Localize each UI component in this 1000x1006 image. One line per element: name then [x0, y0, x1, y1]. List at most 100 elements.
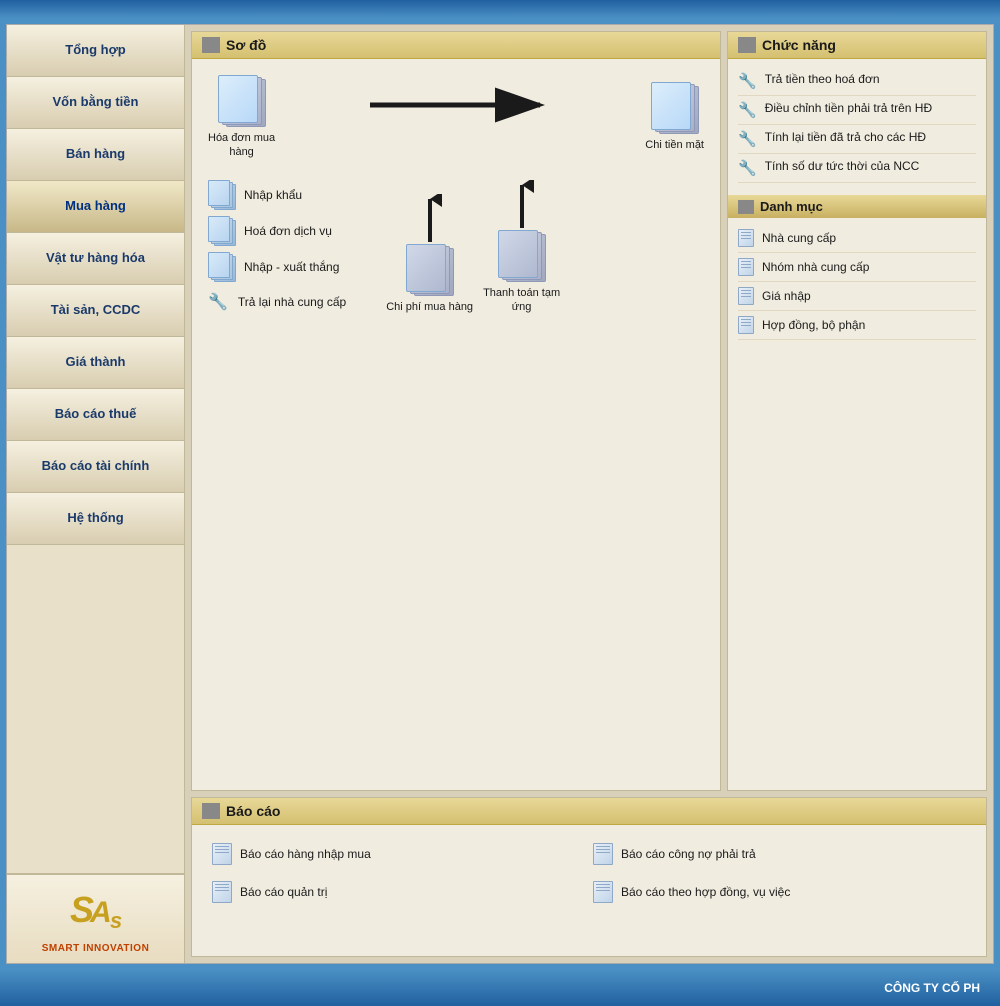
- danh-muc-item-2[interactable]: Giá nhập: [738, 282, 976, 311]
- sidebar-item-mua-hang[interactable]: Mua hàng: [7, 181, 184, 233]
- arrow-up-1: [418, 194, 442, 244]
- bao-cao-label-2: Báo cáo quản trị: [240, 885, 327, 899]
- so-do-header: Sơ đồ: [192, 32, 720, 59]
- bao-cao-item-3[interactable]: Báo cáo theo hợp đồng, vụ việc: [589, 873, 970, 911]
- bao-cao-header-icon: [202, 803, 220, 819]
- main-container: Tổng hợp Vốn bằng tiền Bán hàng Mua hàng…: [6, 24, 994, 964]
- diagram-bottom-section: Nhập khẩu Hoá đơn dịch vụ: [208, 180, 704, 321]
- sidebar-item-vat-tu-hang-hoa[interactable]: Vật tư hàng hóa: [7, 233, 184, 285]
- nhap-khau-label: Nhập khẩu: [244, 188, 302, 202]
- thanh-toan-column: Thanh toán tạmứng: [483, 180, 560, 315]
- sidebar-item-ban-hang[interactable]: Bán hàng: [7, 129, 184, 181]
- sidebar-item-tong-hop[interactable]: Tổng hợp: [7, 25, 184, 77]
- svg-text:s: s: [110, 908, 122, 933]
- bao-cao-doc-1: [593, 843, 613, 865]
- chuc-nang-label-0: Trả tiền theo hoá đơn: [765, 72, 880, 86]
- sidebar-item-bao-cao-tai-chinh[interactable]: Báo cáo tài chính: [7, 441, 184, 493]
- nhap-xuat-thang-item[interactable]: Nhập - xuất thắng: [208, 252, 346, 282]
- chi-phi-pages: [406, 244, 454, 296]
- danh-muc-items: Nhà cung cấp Nhóm nhà cung cấp Giá nhập …: [728, 218, 986, 346]
- sidebar-item-tai-san-ccdc[interactable]: Tài sản, CCDC: [7, 285, 184, 337]
- wrench-icon-0: 🔧: [738, 72, 757, 90]
- hoa-don-mua-hang-icon[interactable]: Hóa đơn muahàng: [208, 75, 275, 160]
- chi-phi-label: Chi phí mua hàng: [386, 300, 473, 314]
- chuc-nang-panel: Chức năng 🔧 Trả tiền theo hoá đơn 🔧 Điều…: [727, 31, 987, 791]
- hoa-don-pages: [218, 75, 266, 127]
- diagram-top-row: Hóa đơn muahàng: [208, 75, 704, 160]
- danh-muc-title: Danh mục: [760, 199, 823, 214]
- chuc-nang-title: Chức năng: [762, 37, 836, 53]
- danh-muc-item-3[interactable]: Hợp đồng, bộ phận: [738, 311, 976, 340]
- bottom-docs-row: Chi phí mua hàng: [386, 180, 560, 315]
- bao-cao-doc-0: [212, 843, 232, 865]
- nhap-khau-item[interactable]: Nhập khẩu: [208, 180, 346, 210]
- chuc-nang-header: Chức năng: [728, 32, 986, 59]
- danh-muc-item-1[interactable]: Nhóm nhà cung cấp: [738, 253, 976, 282]
- nhap-xuat-thang-label: Nhập - xuất thắng: [244, 260, 339, 274]
- logo-icon: S A s: [66, 884, 126, 939]
- danh-muc-label-0: Nhà cung cấp: [762, 231, 836, 245]
- so-do-title: Sơ đồ: [226, 37, 266, 53]
- chi-phi-column: Chi phí mua hàng: [386, 194, 473, 314]
- bao-cao-label-0: Báo cáo hàng nhập mua: [240, 847, 371, 861]
- sidebar-item-bao-cao-thue[interactable]: Báo cáo thuế: [7, 389, 184, 441]
- sidebar-item-von-bang-tien[interactable]: Vốn bằng tiền: [7, 77, 184, 129]
- main-arrow-svg: [370, 85, 550, 125]
- content-area: Sơ đồ Hóa đơn muahàng: [185, 25, 993, 963]
- danh-muc-label-3: Hợp đồng, bộ phận: [762, 318, 865, 332]
- top-bar: [0, 0, 1000, 18]
- bao-cao-doc-2: [212, 881, 232, 903]
- sidebar-logo: S A s SMART INNOVATION: [7, 873, 184, 963]
- diagram-area: Hóa đơn muahàng: [192, 59, 720, 783]
- wrench-icon-2: 🔧: [738, 130, 757, 148]
- bao-cao-item-0[interactable]: Báo cáo hàng nhập mua: [208, 835, 589, 873]
- bao-cao-panel: Báo cáo Báo cáo hàng nhập mua Báo cáo cô…: [191, 797, 987, 957]
- danh-muc-subheader: Danh mục: [728, 195, 986, 218]
- chuc-nang-item-1[interactable]: 🔧 Điều chỉnh tiền phải trả trên HĐ: [738, 96, 976, 125]
- logo-text: SMART INNOVATION: [42, 943, 150, 954]
- nhap-khau-doc: [208, 180, 236, 210]
- middle-section: Chi phí mua hàng: [386, 180, 560, 321]
- hoa-don-dich-vu-item[interactable]: Hoá đơn dịch vụ: [208, 216, 346, 246]
- chi-phi-mua-hang-icon[interactable]: Chi phí mua hàng: [386, 244, 473, 314]
- hoa-don-dich-vu-label: Hoá đơn dịch vụ: [244, 224, 332, 238]
- hoa-don-mua-hang-label: Hóa đơn muahàng: [208, 131, 275, 160]
- danh-muc-item-0[interactable]: Nhà cung cấp: [738, 224, 976, 253]
- tra-lai-nha-cung-cap-item[interactable]: 🔧 Trả lại nhà cung cấp: [208, 292, 346, 312]
- chi-tien-mat-icon[interactable]: Chi tiền mặt: [645, 82, 704, 152]
- sidebar-item-gia-thanh[interactable]: Giá thành: [7, 337, 184, 389]
- chuc-nang-item-2[interactable]: 🔧 Tính lại tiền đã trả cho các HĐ: [738, 125, 976, 154]
- chuc-nang-label-2: Tính lại tiền đã trả cho các HĐ: [765, 130, 926, 144]
- bao-cao-label-3: Báo cáo theo hợp đồng, vụ việc: [621, 885, 790, 899]
- doc-icon-3: [738, 316, 754, 334]
- tra-lai-wrench-icon: 🔧: [208, 292, 228, 312]
- doc-icon-2: [738, 287, 754, 305]
- chuc-nang-item-0[interactable]: 🔧 Trả tiền theo hoá đơn: [738, 67, 976, 96]
- so-do-header-icon: [202, 37, 220, 53]
- nhap-xuat-doc: [208, 252, 236, 282]
- upper-row: Sơ đồ Hóa đơn muahàng: [191, 31, 987, 791]
- bao-cao-label-1: Báo cáo công nợ phải trả: [621, 847, 756, 861]
- danh-muc-icon: [738, 200, 754, 214]
- bao-cao-title: Báo cáo: [226, 803, 280, 819]
- bao-cao-header: Báo cáo: [192, 798, 986, 825]
- bao-cao-doc-3: [593, 881, 613, 903]
- thanh-toan-tam-ung-icon[interactable]: Thanh toán tạmứng: [483, 230, 560, 315]
- so-do-panel: Sơ đồ Hóa đơn muahàng: [191, 31, 721, 791]
- sidebar: Tổng hợp Vốn bằng tiền Bán hàng Mua hàng…: [7, 25, 185, 963]
- chuc-nang-label-3: Tính số dư tức thời của NCC: [765, 159, 920, 173]
- chuc-nang-header-icon: [738, 37, 756, 53]
- wrench-icon-3: 🔧: [738, 159, 757, 177]
- chuc-nang-label-1: Điều chỉnh tiền phải trả trên HĐ: [765, 101, 932, 115]
- bao-cao-item-1[interactable]: Báo cáo công nợ phải trả: [589, 835, 970, 873]
- thanh-toan-pages: [498, 230, 546, 282]
- company-text: CÔNG TY CỐ PH: [884, 981, 980, 995]
- tra-lai-nha-cung-cap-label: Trả lại nhà cung cấp: [238, 295, 346, 309]
- danh-muc-label-2: Giá nhập: [762, 289, 811, 303]
- svg-text:A: A: [89, 896, 112, 929]
- arrow-up-2: [510, 180, 534, 230]
- chi-tien-mat-label: Chi tiền mặt: [645, 138, 704, 152]
- bao-cao-item-2[interactable]: Báo cáo quản trị: [208, 873, 589, 911]
- sidebar-item-he-thong[interactable]: Hệ thống: [7, 493, 184, 545]
- chuc-nang-item-3[interactable]: 🔧 Tính số dư tức thời của NCC: [738, 154, 976, 183]
